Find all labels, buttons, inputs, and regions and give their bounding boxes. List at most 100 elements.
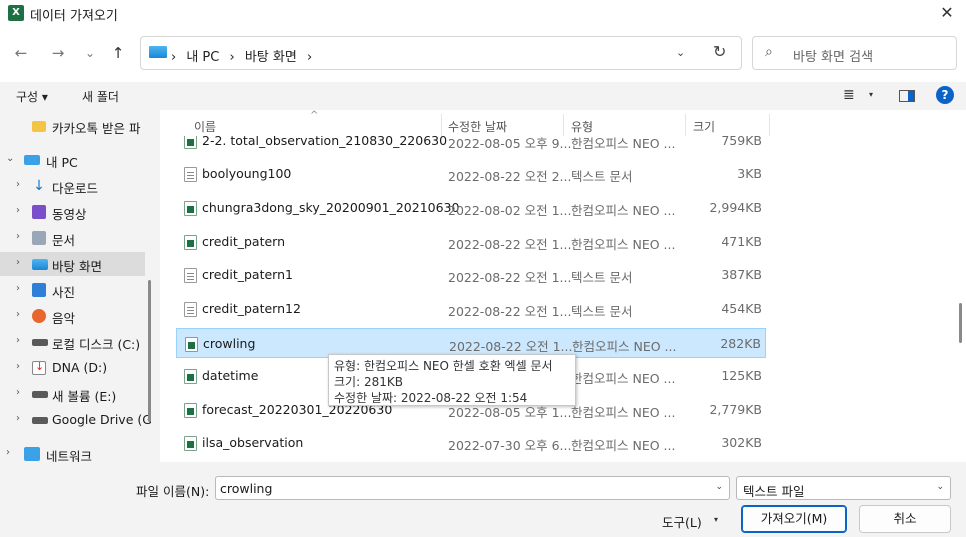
tools-menu-button[interactable]: 도구(L) [662, 512, 702, 531]
column-divider[interactable] [685, 114, 686, 136]
column-header-date[interactable]: 수정한 날짜 [448, 118, 507, 135]
back-arrow-icon[interactable]: ← [10, 42, 32, 64]
desktop-location-icon [149, 46, 167, 58]
import-button[interactable]: 가져오기(M) [741, 505, 847, 533]
sidebar-item-network[interactable]: › 네트워크 [0, 442, 145, 462]
sidebar-scrollbar[interactable] [148, 280, 151, 422]
expand-chevron-icon[interactable]: › [16, 257, 20, 268]
collapse-chevron-icon[interactable]: ⌄ [6, 153, 14, 164]
up-arrow-icon[interactable]: ↑ [107, 42, 129, 64]
sidebar-item-label: 바탕 화면 [52, 259, 102, 274]
column-header-size[interactable]: 크기 [693, 118, 715, 135]
sidebar-item-dna-d[interactable]: › DNA (D:) [0, 356, 145, 380]
excel-app-icon: X [8, 5, 24, 21]
file-list-scrollbar[interactable] [959, 303, 962, 343]
file-name: credit_patern1 [202, 267, 293, 282]
cancel-button[interactable]: 취소 [859, 505, 951, 533]
expand-chevron-icon[interactable]: › [16, 283, 20, 294]
sidebar-item-kakaotalk-received[interactable]: 카카오톡 받은 파 [0, 114, 145, 138]
sidebar-item-local-disk-c[interactable]: › 로컬 디스크 (C:) [0, 330, 145, 354]
breadcrumb-separator[interactable]: › [307, 50, 312, 65]
sidebar-item-this-pc[interactable]: ⌄ 내 PC [0, 148, 145, 172]
file-size: 2,779KB [709, 402, 762, 417]
file-type: 한컴오피스 NEO ... [571, 203, 676, 218]
expand-chevron-icon[interactable]: › [16, 361, 20, 372]
file-row[interactable]: ilsa_observation 2022-07-30 오후 6... 한컴오피… [176, 428, 766, 458]
search-input[interactable]: 바탕 화면 검색 [793, 46, 873, 65]
sidebar-item-music[interactable]: › 음악 [0, 304, 145, 328]
filetype-select[interactable]: 텍스트 파일 ⌄ [736, 476, 951, 500]
file-row[interactable]: credit_patern 2022-08-22 오전 1... 한컴오피스 N… [176, 227, 766, 257]
spreadsheet-file-icon [184, 134, 197, 149]
file-type: 한컴오피스 NEO ... [571, 405, 676, 420]
filename-value[interactable]: crowling [220, 481, 272, 496]
text-file-icon [184, 302, 197, 317]
dialog-footer: 파일 이름(N): crowling ⌄ 텍스트 파일 ⌄ 도구(L) ▾ 가져… [0, 462, 966, 537]
file-date: 2022-08-22 오전 2... [448, 169, 572, 184]
preview-pane-icon[interactable] [899, 90, 915, 102]
recent-locations-chevron-icon[interactable]: ⌄ [79, 42, 101, 64]
sidebar-item-desktop[interactable]: › 바탕 화면 [0, 252, 145, 276]
file-type: 텍스트 문서 [571, 169, 633, 184]
forward-arrow-icon[interactable]: → [47, 42, 69, 64]
help-icon[interactable]: ? [936, 86, 954, 104]
document-icon [32, 231, 46, 245]
sidebar-item-label: 내 PC [46, 155, 78, 170]
breadcrumb-separator[interactable]: › [230, 50, 235, 65]
file-name: credit_patern [202, 234, 286, 249]
expand-chevron-icon[interactable]: › [16, 387, 20, 398]
expand-chevron-icon[interactable]: › [16, 309, 20, 320]
address-bar[interactable]: › 내 PC › 바탕 화면 › ⌄ ↻ [140, 36, 742, 70]
breadcrumb-separator: › [171, 50, 177, 65]
file-row[interactable]: boolyoung100 2022-08-22 오전 2... 텍스트 문서 3… [176, 159, 766, 189]
sidebar-item-pictures[interactable]: › 사진 [0, 278, 145, 302]
sidebar-item-documents[interactable]: › 문서 [0, 226, 145, 250]
filename-history-chevron-icon[interactable]: ⌄ [715, 482, 723, 492]
expand-chevron-icon[interactable]: › [16, 335, 20, 346]
close-button[interactable]: ✕ [936, 2, 958, 24]
navigation-pane: 카카오톡 받은 파 ⌄ 내 PC › ↓ 다운로드 › 동영상 › 문서 › 바… [0, 110, 160, 462]
text-file-icon [184, 167, 197, 182]
expand-chevron-icon[interactable]: › [16, 205, 20, 216]
file-size: 454KB [721, 301, 762, 316]
expand-chevron-icon[interactable]: › [16, 179, 20, 190]
refresh-icon[interactable]: ↻ [713, 42, 726, 61]
column-divider[interactable] [769, 114, 770, 136]
sidebar-item-new-volume-e[interactable]: › 새 볼륨 (E:) [0, 382, 145, 406]
column-divider[interactable] [563, 114, 564, 136]
sidebar-item-label: 음악 [52, 311, 76, 326]
sidebar-item-videos[interactable]: › 동영상 [0, 200, 145, 224]
filetype-value: 텍스트 파일 [743, 484, 805, 499]
tools-dropdown-icon[interactable]: ▾ [714, 515, 718, 524]
sidebar-item-downloads[interactable]: › ↓ 다운로드 [0, 174, 145, 198]
breadcrumb-item-pc[interactable]: 내 PC [186, 50, 219, 65]
file-row[interactable]: chungra3dong_sky_20200901_20210630 2022-… [176, 193, 766, 223]
column-header-type[interactable]: 유형 [571, 118, 593, 135]
column-divider[interactable] [441, 114, 442, 136]
organize-menu-button[interactable]: 구성 ▾ [16, 88, 48, 105]
view-options-dropdown-icon[interactable]: ▾ [869, 90, 873, 99]
new-folder-button[interactable]: 새 폴더 [82, 88, 119, 105]
search-box[interactable]: ⌕ 바탕 화면 검색 [752, 36, 957, 70]
expand-chevron-icon[interactable]: › [16, 413, 20, 424]
sidebar-item-label: 문서 [52, 233, 76, 248]
removable-drive-icon [32, 360, 46, 375]
spreadsheet-file-icon [184, 369, 197, 384]
expand-chevron-icon[interactable]: › [6, 447, 10, 458]
sidebar-item-label: Google Drive (G [52, 412, 152, 427]
filetype-chevron-icon[interactable]: ⌄ [936, 482, 944, 492]
file-name: crowling [203, 336, 256, 351]
expand-chevron-icon[interactable]: › [16, 231, 20, 242]
breadcrumb-item-desktop[interactable]: 바탕 화면 [245, 50, 297, 65]
filename-label: 파일 이름(N): [136, 484, 210, 499]
sidebar-item-google-drive[interactable]: › Google Drive (G [0, 408, 152, 432]
file-row[interactable]: credit_patern12 2022-08-22 오전 1... 텍스트 문… [176, 294, 766, 324]
view-options-icon[interactable]: ≣ [843, 87, 855, 103]
sidebar-item-label: 다운로드 [52, 181, 99, 196]
address-history-chevron-icon[interactable]: ⌄ [676, 46, 685, 59]
file-size: 387KB [721, 267, 762, 282]
file-row[interactable]: credit_patern1 2022-08-22 오전 1... 텍스트 문서… [176, 260, 766, 290]
filename-field[interactable]: crowling ⌄ [215, 476, 730, 500]
column-header-name[interactable]: 이름 [194, 118, 216, 135]
text-file-icon [184, 268, 197, 283]
